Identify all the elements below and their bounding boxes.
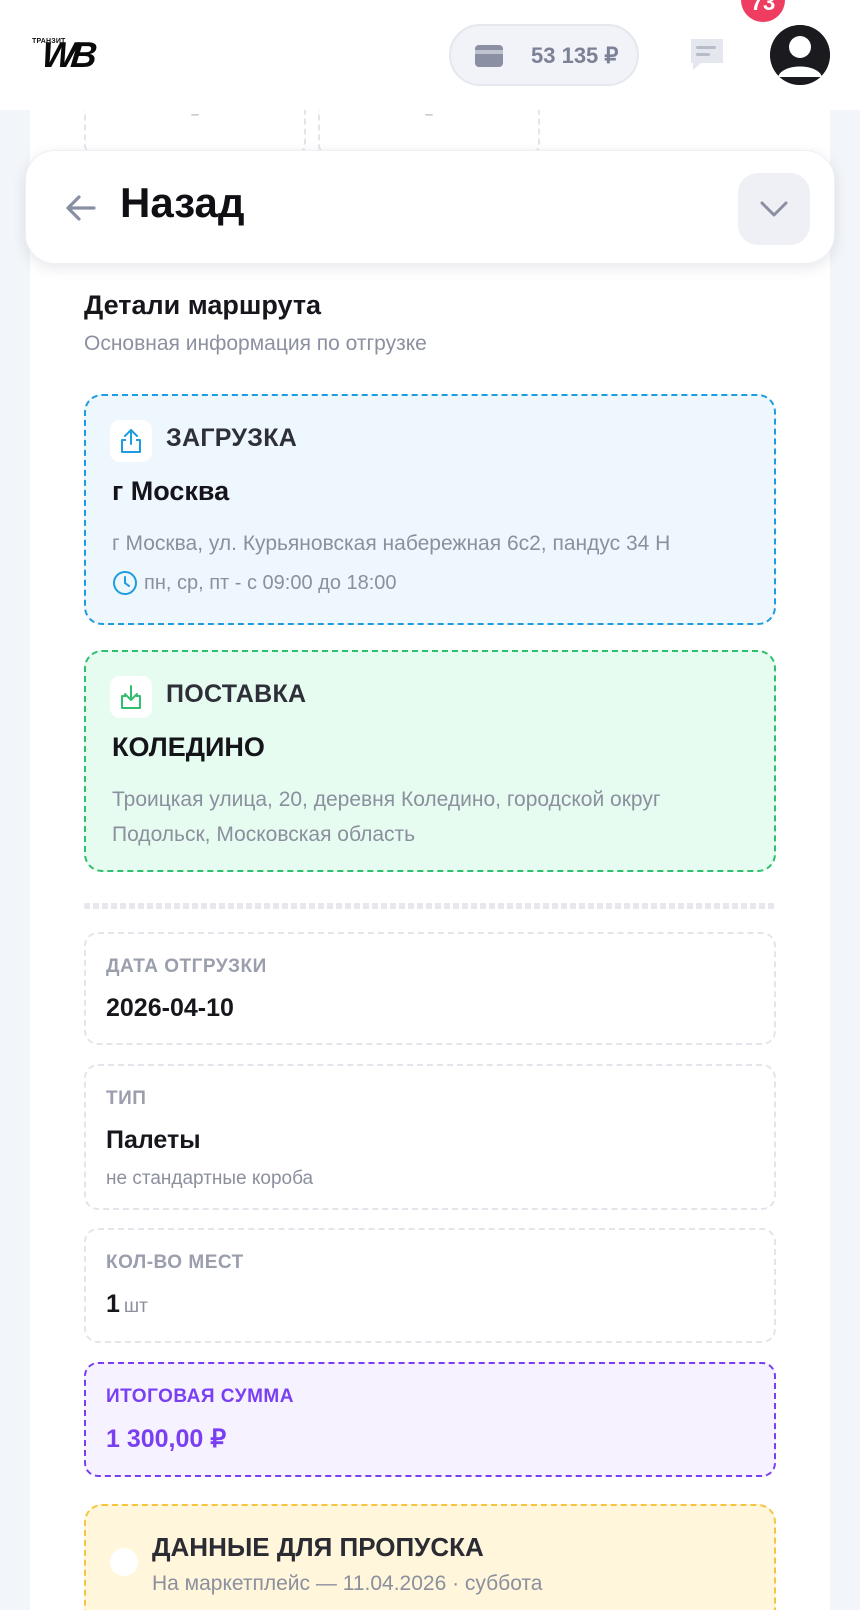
pass-title: ДАННЫЕ ДЛЯ ПРОПУСКА [152,1532,484,1562]
total-label: ИТОГОВАЯ СУММА [106,1386,294,1407]
logo[interactable]: ТРАНЗИТ WB [30,34,110,76]
notification-badge[interactable]: 73 [741,0,785,22]
delivery-city: КОЛЕДИНО [112,732,265,762]
quantity-unit: шт [123,1296,148,1317]
loading-address: г Москва, ул. Курьяновская набережная 6с… [112,532,671,555]
shipment-date-value: 2026-04-10 [106,994,234,1022]
loading-hours: пн, ср, пт - с 09:00 до 18:00 [112,570,397,596]
chevron-down-icon [760,201,788,217]
clock-icon [113,571,137,595]
total-card: ИТОГОВАЯ СУММА 1 300,00 ₽ [84,1362,776,1477]
delivery-address: Троицкая улица, 20, деревня Коледино, го… [112,788,661,846]
type-card: ТИП Палеты не стандартные короба [84,1064,776,1210]
quantity-label: КОЛ-ВО МЕСТ [106,1252,244,1273]
section-title: Детали маршрута [84,290,322,320]
balance-button[interactable]: 53 135 ₽ [449,24,639,86]
download-icon [110,676,152,718]
top-bar: ТРАНЗИТ WB 53 135 ₽ 73 [0,0,860,110]
loading-hours-text: пн, ср, пт - с 09:00 до 18:00 [144,571,397,594]
loading-label: ЗАГРУЗКА [166,424,298,452]
delivery-label: ПОСТАВКА [166,680,307,708]
total-value: 1 300,00 ₽ [106,1425,227,1453]
divider [84,903,776,909]
upload-icon [110,420,152,462]
card-icon [475,45,503,67]
loading-city: г Москва [112,476,230,506]
avatar-icon [770,25,830,85]
section-subtitle: Основная информация по отгрузке [84,332,427,355]
type-value: Палеты [106,1126,201,1154]
back-bar: Назад [25,150,835,264]
logo-mark: WB [39,34,95,75]
type-label: ТИП [106,1088,147,1109]
chat-icon[interactable] [689,37,725,73]
loading-card: ЗАГРУЗКА г Москва г Москва, ул. Курьянов… [84,394,776,625]
type-note: не стандартные короба [106,1168,314,1189]
pass-data-card[interactable]: ДАННЫЕ ДЛЯ ПРОПУСКА На маркетплейс — 11.… [84,1504,776,1610]
pass-subtitle: На маркетплейс — 11.04.2026 · суббота [152,1572,543,1595]
quantity-value: 1 [106,1290,120,1318]
shipment-date-card: ДАТА ОТГРУЗКИ 2026-04-10 [84,932,776,1045]
avatar[interactable] [770,25,830,85]
quantity-card: КОЛ-ВО МЕСТ 1 шт [84,1228,776,1343]
collapse-button[interactable] [738,173,810,245]
back-button[interactable]: Назад [120,179,245,227]
delivery-card: ПОСТАВКА КОЛЕДИНО Троицкая улица, 20, де… [84,650,776,872]
balance-value: 53 135 ₽ [531,43,619,68]
shipment-date-label: ДАТА ОТГРУЗКИ [106,956,267,977]
arrow-left-icon[interactable] [64,191,98,225]
radio-dot-icon[interactable] [110,1548,138,1576]
quantity-value-wrap: 1 шт [106,1290,148,1319]
